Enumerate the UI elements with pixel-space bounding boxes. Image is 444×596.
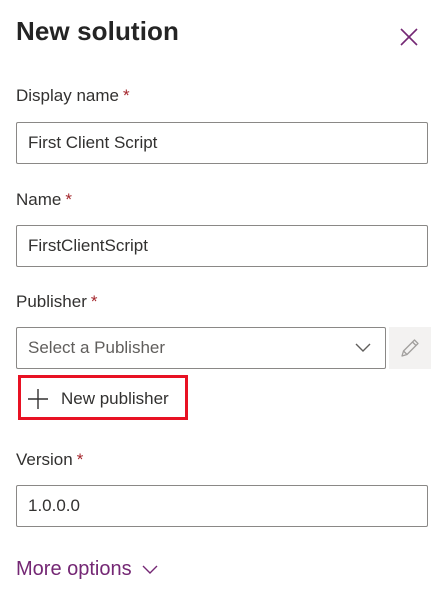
publisher-placeholder: Select a Publisher	[28, 338, 166, 357]
display-name-input[interactable]	[16, 122, 428, 164]
version-label-text: Version	[16, 450, 73, 469]
chevron-down-icon	[354, 339, 372, 357]
display-name-label: Display name *	[16, 86, 130, 106]
new-publisher-label: New publisher	[61, 389, 169, 408]
more-options-label: More options	[16, 558, 132, 580]
required-marker: *	[123, 86, 130, 105]
panel-title: New solution	[16, 16, 179, 46]
required-marker: *	[65, 190, 72, 209]
publisher-dropdown[interactable]: Select a Publisher	[16, 327, 386, 369]
publisher-label-text: Publisher	[16, 292, 87, 311]
new-publisher-highlight: New publisher	[18, 375, 188, 420]
pencil-icon	[401, 339, 419, 357]
new-solution-panel: New solution Display name* Name* Publish…	[0, 0, 444, 596]
required-marker: *	[90, 292, 98, 311]
more-options-toggle[interactable]: More options	[16, 558, 158, 581]
chevron-down-icon	[142, 565, 158, 574]
close-button[interactable]	[396, 24, 422, 50]
new-publisher-button[interactable]: New publisher	[27, 384, 169, 414]
required-marker: *	[76, 450, 84, 469]
name-label: Name *	[16, 190, 72, 210]
version-input[interactable]	[16, 485, 428, 527]
edit-publisher-button[interactable]	[389, 327, 431, 369]
close-icon	[400, 28, 418, 46]
name-input[interactable]	[16, 225, 428, 267]
version-label: Version *	[16, 450, 83, 470]
display-name-label-text: Display name	[16, 86, 119, 105]
plus-icon	[27, 388, 49, 410]
name-label-text: Name	[16, 190, 62, 209]
publisher-label: Publisher *	[16, 292, 98, 312]
